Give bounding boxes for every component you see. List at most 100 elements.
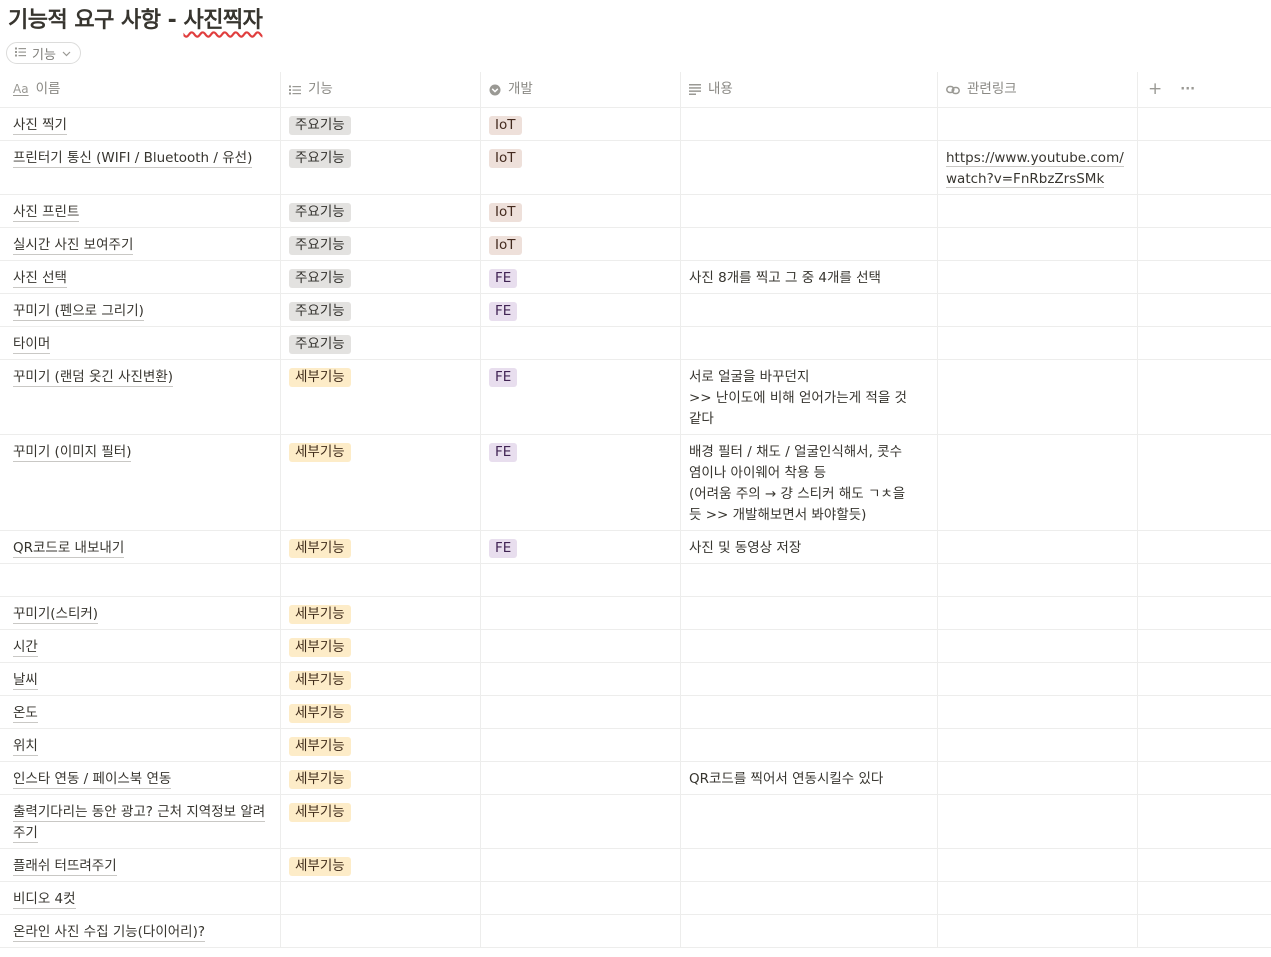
content-cell[interactable]: 서로 얼굴을 바꾸던지 >> 난이도에 비해 얻어가는게 적을 것 같다 xyxy=(681,360,938,434)
content-cell[interactable] xyxy=(681,228,938,260)
function-cell[interactable]: 세부기능 xyxy=(281,663,481,695)
name-cell[interactable]: QR코드로 내보내기 xyxy=(0,531,281,563)
row-title-link[interactable]: 꾸미기 (펜으로 그리기) xyxy=(13,303,144,321)
name-cell[interactable]: 온라인 사진 수집 기능(다이어리)? xyxy=(0,915,281,947)
row-title-link[interactable]: 프린터기 통신 (WIFI / Bluetooth / 유선) xyxy=(13,150,253,168)
name-cell[interactable]: 사진 찍기 xyxy=(0,108,281,140)
content-cell[interactable] xyxy=(681,564,938,596)
name-cell[interactable]: 온도 xyxy=(0,696,281,728)
function-cell[interactable]: 주요기능 xyxy=(281,195,481,227)
link-cell[interactable] xyxy=(938,261,1138,293)
link-cell[interactable] xyxy=(938,294,1138,326)
function-cell[interactable] xyxy=(281,882,481,914)
dev-cell[interactable] xyxy=(481,564,681,596)
dev-cell[interactable]: IoT xyxy=(481,141,681,194)
content-cell[interactable] xyxy=(681,294,938,326)
view-tab-button[interactable]: 기능 xyxy=(6,42,81,64)
column-header-content[interactable]: 내용 xyxy=(681,72,938,107)
row-title-link[interactable]: 온도 xyxy=(13,705,38,723)
dev-cell[interactable] xyxy=(481,729,681,761)
function-cell[interactable]: 주요기능 xyxy=(281,141,481,194)
dev-cell[interactable] xyxy=(481,696,681,728)
dev-cell[interactable] xyxy=(481,882,681,914)
name-cell[interactable]: 꾸미기 (이미지 필터) xyxy=(0,435,281,530)
content-cell[interactable] xyxy=(681,141,938,194)
content-cell[interactable] xyxy=(681,915,938,947)
row-title-link[interactable]: 출력기다리는 동안 광고? 근처 지역정보 알려주기 xyxy=(13,804,266,843)
row-title-link[interactable]: 실시간 사진 보여주기 xyxy=(13,237,134,255)
function-cell[interactable]: 세부기능 xyxy=(281,531,481,563)
function-cell[interactable]: 주요기능 xyxy=(281,327,481,359)
dev-cell[interactable] xyxy=(481,795,681,848)
add-property-button[interactable]: + xyxy=(1148,79,1162,100)
row-title-link[interactable]: QR코드로 내보내기 xyxy=(13,540,125,558)
link-cell[interactable] xyxy=(938,228,1138,260)
dev-cell[interactable]: FE xyxy=(481,294,681,326)
link-cell[interactable] xyxy=(938,108,1138,140)
content-cell[interactable] xyxy=(681,696,938,728)
name-cell[interactable]: 타이머 xyxy=(0,327,281,359)
name-cell[interactable]: 위치 xyxy=(0,729,281,761)
dev-cell[interactable]: FE xyxy=(481,261,681,293)
function-cell[interactable]: 주요기능 xyxy=(281,228,481,260)
link-cell[interactable]: https://www.youtube.com/watch?v=FnRbzZrs… xyxy=(938,141,1138,194)
content-cell[interactable]: 배경 필터 / 채도 / 얼굴인식해서, 콧수 염이나 아이웨어 착용 등 (어려움… xyxy=(681,435,938,530)
more-options-button[interactable]: ··· xyxy=(1180,79,1195,100)
link-cell[interactable] xyxy=(938,795,1138,848)
link-cell[interactable] xyxy=(938,696,1138,728)
function-cell[interactable]: 주요기능 xyxy=(281,294,481,326)
dev-cell[interactable]: FE xyxy=(481,531,681,563)
row-title-link[interactable]: 비디오 4컷 xyxy=(13,891,76,909)
content-cell[interactable] xyxy=(681,630,938,662)
row-title-link[interactable]: 사진 선택 xyxy=(13,270,67,288)
row-title-link[interactable]: 위치 xyxy=(13,738,38,756)
link-cell[interactable] xyxy=(938,360,1138,434)
function-cell[interactable]: 세부기능 xyxy=(281,435,481,530)
name-cell[interactable]: 실시간 사진 보여주기 xyxy=(0,228,281,260)
link-cell[interactable] xyxy=(938,327,1138,359)
name-cell[interactable]: 꾸미기 (랜덤 옷긴 사진변환) xyxy=(0,360,281,434)
row-title-link[interactable]: 날씨 xyxy=(13,672,38,690)
link-cell[interactable] xyxy=(938,435,1138,530)
dev-cell[interactable]: IoT xyxy=(481,195,681,227)
function-cell[interactable]: 주요기능 xyxy=(281,261,481,293)
column-header-function[interactable]: 기능 xyxy=(281,72,481,107)
function-cell[interactable]: 주요기능 xyxy=(281,108,481,140)
link-cell[interactable] xyxy=(938,531,1138,563)
name-cell[interactable] xyxy=(0,564,281,596)
dev-cell[interactable] xyxy=(481,327,681,359)
dev-cell[interactable]: IoT xyxy=(481,228,681,260)
row-title-link[interactable]: 사진 찍기 xyxy=(13,117,67,135)
link-cell[interactable] xyxy=(938,663,1138,695)
column-header-dev[interactable]: 개발 xyxy=(481,72,681,107)
row-title-link[interactable]: 꾸미기(스티커) xyxy=(13,606,99,624)
name-cell[interactable]: 꾸미기(스티커) xyxy=(0,597,281,629)
content-cell[interactable] xyxy=(681,195,938,227)
content-cell[interactable] xyxy=(681,597,938,629)
row-title-link[interactable]: 타이머 xyxy=(13,336,51,354)
dev-cell[interactable] xyxy=(481,663,681,695)
row-title-link[interactable]: 인스타 연동 / 페이스북 연동 xyxy=(13,771,172,789)
link-cell[interactable] xyxy=(938,762,1138,794)
content-cell[interactable] xyxy=(681,327,938,359)
row-title-link[interactable]: 꾸미기 (랜덤 옷긴 사진변환) xyxy=(13,369,174,387)
content-cell[interactable] xyxy=(681,849,938,881)
content-cell[interactable]: QR코드를 찍어서 연동시킬수 있다 xyxy=(681,762,938,794)
name-cell[interactable]: 플래쉬 터뜨려주기 xyxy=(0,849,281,881)
content-cell[interactable] xyxy=(681,729,938,761)
content-cell[interactable]: 사진 8개를 찍고 그 중 4개를 선택 xyxy=(681,261,938,293)
dev-cell[interactable]: FE xyxy=(481,435,681,530)
dev-cell[interactable]: IoT xyxy=(481,108,681,140)
column-header-name[interactable]: Aa 이름 xyxy=(0,72,281,107)
function-cell[interactable]: 세부기능 xyxy=(281,597,481,629)
dev-cell[interactable] xyxy=(481,915,681,947)
link-cell[interactable] xyxy=(938,849,1138,881)
name-cell[interactable]: 시간 xyxy=(0,630,281,662)
function-cell[interactable] xyxy=(281,564,481,596)
link-cell[interactable] xyxy=(938,630,1138,662)
row-title-link[interactable]: 시간 xyxy=(13,639,38,657)
row-title-link[interactable]: 플래쉬 터뜨려주기 xyxy=(13,858,117,876)
row-title-link[interactable]: 꾸미기 (이미지 필터) xyxy=(13,444,132,462)
dev-cell[interactable] xyxy=(481,849,681,881)
row-title-link[interactable]: 사진 프린트 xyxy=(13,204,80,222)
